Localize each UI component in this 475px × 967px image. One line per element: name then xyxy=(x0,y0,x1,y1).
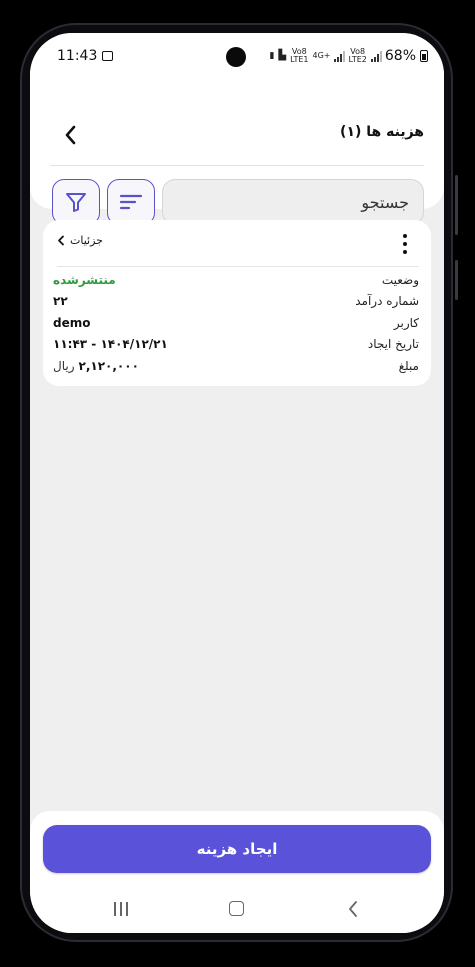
back-chevron-icon[interactable] xyxy=(62,123,80,147)
screen: 11:43 ▮ ▙ Vo8 LTE1 4G+ Vo8 LTE2 68% هزین… xyxy=(30,33,444,933)
system-back-icon[interactable] xyxy=(346,899,360,919)
page-title: هزینه ها (۱) xyxy=(340,124,424,140)
volume-button xyxy=(455,175,458,235)
search-input[interactable] xyxy=(162,179,424,225)
field-label: شماره درآمد xyxy=(355,294,419,308)
field-label: کاربر xyxy=(393,316,419,330)
more-vertical-icon[interactable] xyxy=(399,232,411,256)
currency-unit: ریال xyxy=(53,359,75,373)
bottom-bar: ایجاد هزینه xyxy=(30,811,444,933)
details-link[interactable]: جزئیات xyxy=(57,234,103,247)
card-divider xyxy=(57,266,419,267)
sort-icon xyxy=(119,194,143,210)
field-value: ۲۲ xyxy=(53,294,68,308)
field-value-amount: ۲,۱۲۰,۰۰۰ریال xyxy=(53,359,139,373)
list-item: جزئیات وضعیت منتشرشده شماره درآمد ۲۲ کار… xyxy=(43,220,431,386)
home-icon[interactable] xyxy=(229,901,244,916)
battery-icon xyxy=(420,50,428,62)
sim-icon: ▙ xyxy=(278,50,287,61)
status-time: 11:43 xyxy=(57,48,98,64)
create-expense-button[interactable]: ایجاد هزینه xyxy=(43,825,431,873)
chevron-left-icon xyxy=(58,235,64,246)
battery-percent: 68% xyxy=(384,48,416,64)
field-row-created: تاریخ ایجاد ۱۴۰۴/۱۲/۲۱ - ۱۱:۴۳ xyxy=(53,337,419,357)
field-label: مبلغ xyxy=(398,359,419,373)
filter-icon xyxy=(66,193,86,212)
sim1-label: Vo8 LTE1 xyxy=(290,47,309,64)
status-badge: منتشرشده xyxy=(53,273,116,287)
gallery-notification-icon xyxy=(102,51,113,61)
status-bar: 11:43 ▮ ▙ Vo8 LTE1 4G+ Vo8 LTE2 68% xyxy=(30,33,444,79)
header-divider xyxy=(50,165,424,166)
field-value: demo xyxy=(53,316,91,330)
power-button xyxy=(455,260,458,300)
signal-1-icon xyxy=(334,50,346,62)
sim2-label: Vo8 LTE2 xyxy=(348,47,367,64)
network-type: 4G+ xyxy=(312,51,331,60)
status-indicators: ▮ ▙ Vo8 LTE1 4G+ Vo8 LTE2 68% xyxy=(269,46,428,66)
battery-saver-icon: ▮ xyxy=(269,51,275,61)
details-label: جزئیات xyxy=(70,234,103,247)
field-row-amount: مبلغ ۲,۱۲۰,۰۰۰ریال xyxy=(53,359,419,379)
amount-value: ۲,۱۲۰,۰۰۰ xyxy=(78,359,139,373)
filter-button[interactable] xyxy=(52,179,100,225)
field-row-user: کاربر demo xyxy=(53,316,419,336)
recents-icon[interactable] xyxy=(113,901,129,917)
system-nav-bar xyxy=(30,891,444,931)
field-value: ۱۴۰۴/۱۲/۲۱ - ۱۱:۴۳ xyxy=(53,337,168,351)
signal-2-icon xyxy=(370,50,382,62)
field-label: تاریخ ایجاد xyxy=(367,337,419,351)
front-camera xyxy=(226,47,246,67)
field-label: وضعیت xyxy=(381,273,419,287)
field-row-number: شماره درآمد ۲۲ xyxy=(53,294,419,314)
sort-button[interactable] xyxy=(107,179,155,225)
field-row-status: وضعیت منتشرشده xyxy=(53,273,419,293)
header: هزینه ها (۱) xyxy=(30,79,444,225)
